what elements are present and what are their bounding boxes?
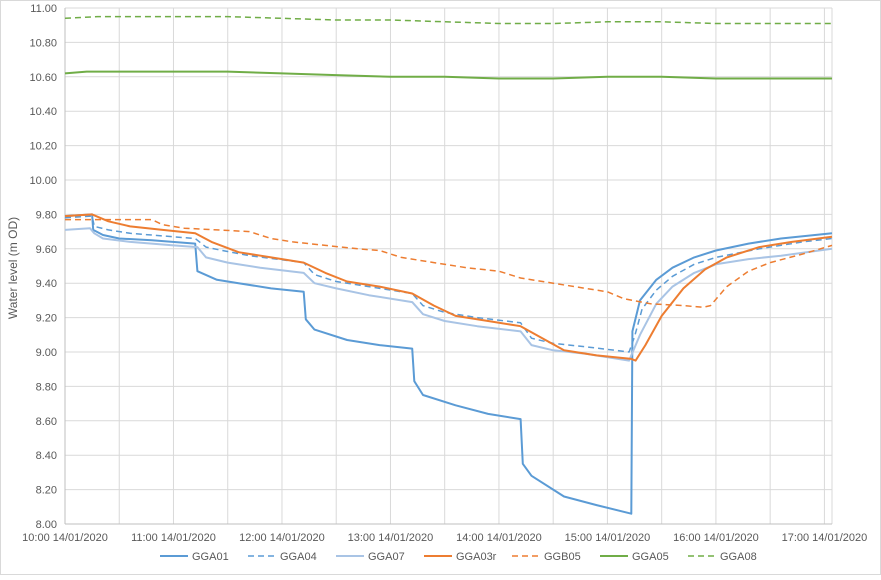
- y-tick-label: 8.60: [36, 416, 57, 428]
- y-tick-label: 9.80: [36, 209, 57, 221]
- legend-label: GGA03r: [456, 551, 497, 563]
- y-tick-label: 10.80: [29, 37, 57, 49]
- y-axis-label: Water level (m OD): [6, 217, 20, 319]
- x-tick-label: 10:00 14/01/2020: [22, 532, 108, 544]
- chart-border: [0, 0, 881, 575]
- y-tick-label: 9.40: [36, 278, 57, 290]
- legend-label: GGB05: [544, 551, 581, 563]
- chart-container: 8.00 8.20 8.40 8.60 8.80 9.00 9.20 9.40 9.60 9.80…: [0, 0, 881, 575]
- y-tick-label: 8.00: [36, 519, 57, 531]
- x-tick-label: 13:00 14/01/2020: [348, 532, 434, 544]
- x-tick-label: 11:00 14/01/2020: [131, 532, 216, 544]
- water-level-chart: 8.00 8.20 8.40 8.60 8.80 9.00 9.20 9.40 9.60 9.80…: [0, 0, 881, 575]
- x-tick-label: 12:00 14/01/2020: [239, 532, 325, 544]
- y-tick-label: 11.00: [30, 3, 57, 15]
- y-tick-label: 8.20: [36, 485, 57, 497]
- legend-label: GGA01: [192, 551, 229, 563]
- x-tick-label: 16:00 14/01/2020: [673, 532, 759, 544]
- y-tick-label: 9.60: [36, 244, 57, 256]
- x-tick-label: 14:00 14/01/2020: [456, 532, 542, 544]
- x-tick-label: 17:00 14/01/2020: [782, 532, 868, 544]
- legend-label: GGA07: [368, 551, 405, 563]
- y-tick-label: 10.40: [29, 106, 57, 118]
- y-tick-label: 10.60: [29, 72, 57, 84]
- y-tick-label: 10.00: [29, 175, 57, 187]
- legend-label: GGA08: [720, 551, 757, 563]
- legend-label: GGA04: [280, 551, 317, 563]
- y-tick-label: 10.20: [29, 141, 57, 153]
- legend-label: GGA05: [632, 551, 669, 563]
- y-tick-label: 9.00: [36, 347, 57, 359]
- y-tick-label: 8.80: [36, 381, 57, 393]
- y-tick-label: 9.20: [36, 313, 57, 325]
- x-tick-label: 15:00 14/01/2020: [565, 532, 651, 544]
- y-tick-label: 8.40: [36, 450, 57, 462]
